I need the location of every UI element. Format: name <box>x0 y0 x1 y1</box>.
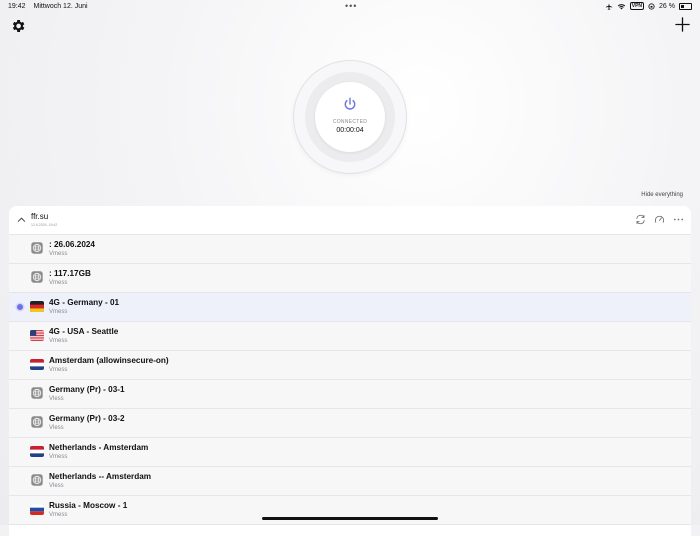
server-protocol: Vmess <box>49 280 68 286</box>
server-list: : 26.06.2024 Vmess: 117.17GB Vmess 4G - Ger… <box>9 235 691 525</box>
server-name: Netherlands -- Amsterdam <box>49 472 152 481</box>
gear-icon[interactable] <box>10 18 26 34</box>
server-protocol: Vless <box>49 396 64 402</box>
orientation-lock-icon <box>648 2 655 10</box>
vpn-badge: VPN <box>629 2 645 10</box>
hide-everything-button[interactable]: Hide everything <box>641 192 683 198</box>
server-name: : 26.06.2024 <box>49 240 95 249</box>
server-row[interactable]: Germany (Pr) - 03-2 Vless <box>9 409 691 438</box>
server-protocol: Vmess <box>49 338 68 344</box>
speed-test-icon[interactable] <box>654 214 665 225</box>
group-date: 12.6.2024, 19:42 <box>31 223 58 227</box>
connection-timer: 00:00:04 <box>336 127 364 134</box>
globe-icon <box>31 387 43 399</box>
status-bar: 19:42 Mittwoch 12. Juni ••• VPN 26 % <box>0 0 700 14</box>
multitasking-dots-icon[interactable]: ••• <box>345 1 357 11</box>
home-indicator[interactable] <box>262 517 438 520</box>
plus-icon[interactable] <box>675 17 690 32</box>
connect-button[interactable] <box>315 82 385 152</box>
more-icon[interactable] <box>673 214 684 225</box>
globe-icon <box>31 474 43 486</box>
connection-status: CONNECTED <box>332 119 368 125</box>
server-protocol: Vmess <box>49 454 68 460</box>
wifi-icon <box>617 3 625 9</box>
group-header: ffr.su 12.6.2024, 19:42 <box>9 206 691 235</box>
selected-radio-icon <box>17 304 23 310</box>
server-protocol: Vmess <box>49 251 68 257</box>
refresh-icon[interactable] <box>635 214 646 225</box>
server-protocol: Vmess <box>49 512 68 518</box>
server-name: Amsterdam (allowinsecure-on) <box>49 356 169 365</box>
netherlands-flag-icon <box>30 446 44 457</box>
group-name: ffr.su <box>31 212 49 221</box>
server-protocol: Vless <box>49 483 64 489</box>
server-name: : 117.17GB <box>49 269 91 278</box>
battery-percent: 26 % <box>659 2 675 10</box>
server-row[interactable]: 4G - USA - Seattle Vmess <box>9 322 691 351</box>
server-row[interactable]: 4G - Germany - 01 Vmess <box>9 293 691 322</box>
power-icon[interactable] <box>343 97 357 111</box>
server-row[interactable]: Netherlands - Amsterdam Vmess <box>9 438 691 467</box>
server-row[interactable]: Germany (Pr) - 03-1 Vless <box>9 380 691 409</box>
netherlands-flag-icon <box>30 359 44 370</box>
globe-icon <box>31 242 43 254</box>
server-row[interactable]: Amsterdam (allowinsecure-on) Vmess <box>9 351 691 380</box>
server-name: 4G - Germany - 01 <box>49 298 120 307</box>
server-name: Russia - Moscow - 1 <box>49 501 128 510</box>
status-date: Mittwoch 12. Juni <box>33 3 88 10</box>
server-name: Germany (Pr) - 03-2 <box>49 414 125 423</box>
server-row[interactable]: : 117.17GB Vmess <box>9 264 691 293</box>
status-time: 19:42 <box>8 3 26 10</box>
globe-icon <box>31 416 43 428</box>
server-row[interactable]: : 26.06.2024 Vmess <box>9 235 691 264</box>
server-protocol: Vless <box>49 425 64 431</box>
server-row[interactable]: Russia - Moscow - 1 Vmess <box>9 496 691 525</box>
airplane-mode-icon <box>605 2 612 10</box>
server-panel: ffr.su 12.6.2024, 19:42 : 26.06.2024 Vmes… <box>9 206 691 536</box>
server-protocol: Vmess <box>49 367 68 373</box>
usa-flag-icon <box>30 330 44 341</box>
server-name: Netherlands - Amsterdam <box>49 443 149 452</box>
chevron-up-icon[interactable] <box>17 215 26 224</box>
battery-icon <box>679 2 692 10</box>
germany-flag-icon <box>30 301 44 312</box>
russia-flag-icon <box>30 504 44 515</box>
server-protocol: Vmess <box>49 309 68 315</box>
server-name: 4G - USA - Seattle <box>49 327 119 336</box>
server-row[interactable]: Netherlands -- Amsterdam Vless <box>9 467 691 496</box>
globe-icon <box>31 271 43 283</box>
server-name: Germany (Pr) - 03-1 <box>49 385 125 394</box>
